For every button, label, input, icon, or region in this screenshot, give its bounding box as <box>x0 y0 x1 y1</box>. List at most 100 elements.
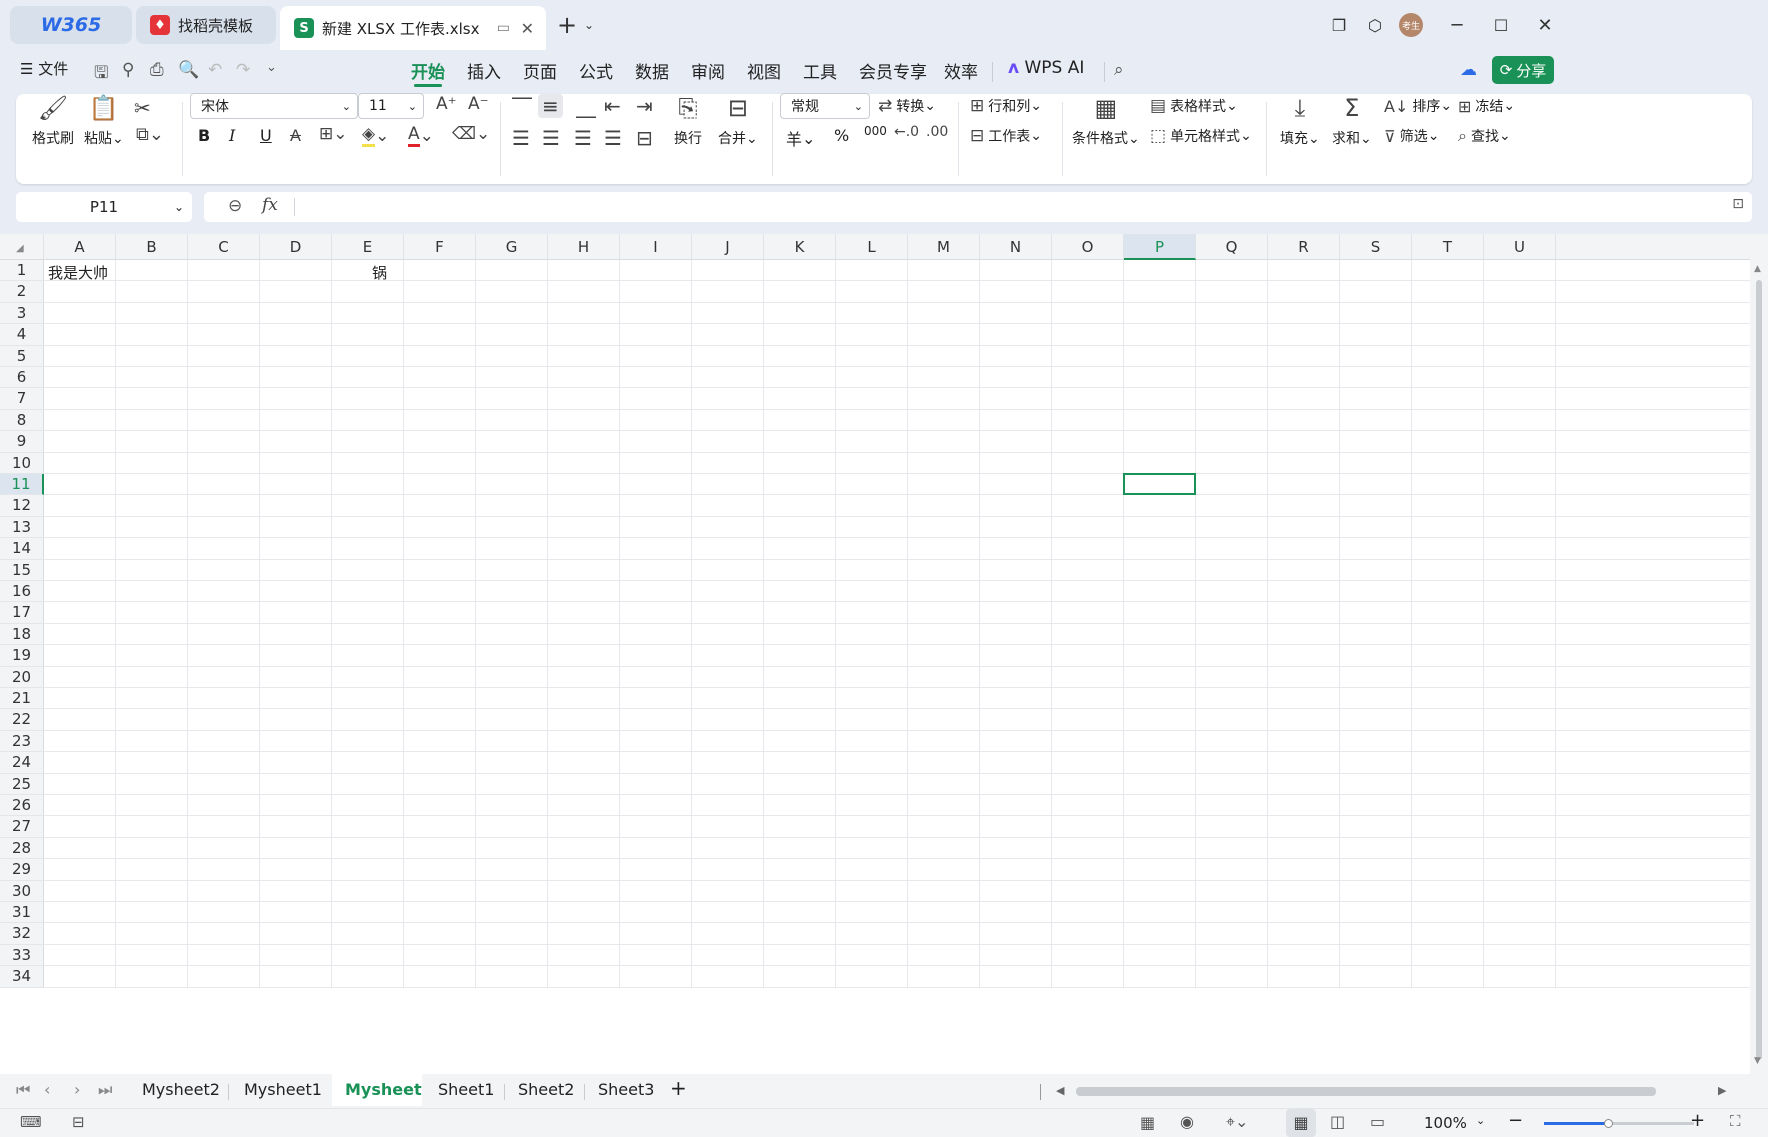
tab-data[interactable]: 数据 <box>635 58 669 83</box>
tab-formula[interactable]: 公式 <box>579 58 613 83</box>
format-brush-icon[interactable]: ⚲ <box>122 60 134 80</box>
sheet-tab-sheet2[interactable]: Sheet2 <box>518 1080 574 1099</box>
column-header[interactable]: J <box>692 234 764 260</box>
row-header[interactable]: 12 <box>0 495 44 517</box>
column-header[interactable]: O <box>1052 234 1124 260</box>
close-tab-icon[interactable]: ✕ <box>521 19 534 38</box>
cloud-upload-icon[interactable]: ☁ <box>1460 60 1477 80</box>
row-header[interactable]: 24 <box>0 752 44 774</box>
row-header[interactable]: 23 <box>0 730 44 753</box>
row-header[interactable]: 14 <box>0 538 44 560</box>
page-break-icon[interactable]: ▭ <box>1370 1112 1385 1131</box>
add-sheet-icon[interactable]: + <box>670 1076 687 1100</box>
table-settings-icon[interactable]: ▦ <box>1140 1113 1155 1132</box>
column-header[interactable]: K <box>764 234 836 260</box>
row-header[interactable]: 28 <box>0 837 44 860</box>
decrease-decimal-icon[interactable]: .00 <box>926 124 948 140</box>
eye-icon[interactable]: ◉ <box>1180 1112 1194 1131</box>
align-middle-icon[interactable]: ≡ <box>538 94 563 118</box>
crosshair-icon[interactable]: ⌖⌄ <box>1226 1112 1248 1132</box>
align-top-icon[interactable]: ⎺ <box>512 94 532 118</box>
bold-button[interactable]: B <box>198 126 210 145</box>
tab-home[interactable]: 开始 <box>411 58 445 83</box>
cut-icon[interactable]: ✂ <box>134 96 151 120</box>
column-header[interactable]: D <box>260 234 332 260</box>
row-header[interactable]: 9 <box>0 431 44 453</box>
minimize-icon[interactable]: ─ <box>1442 10 1472 40</box>
strikethrough-icon[interactable]: A <box>290 126 301 145</box>
row-header[interactable]: 7 <box>0 388 44 410</box>
row-header[interactable]: 25 <box>0 773 44 795</box>
share-button[interactable]: ⟳ 分享 <box>1492 56 1554 84</box>
row-header[interactable]: 8 <box>0 409 44 432</box>
format-painter-button[interactable]: 🖌 格式刷 <box>32 94 74 148</box>
decrease-font-icon[interactable]: A⁻ <box>468 94 489 114</box>
fx-button[interactable]: fx <box>262 195 278 215</box>
maximize-icon[interactable]: ☐ <box>1486 10 1516 40</box>
table-style-button[interactable]: ▤ 表格样式 ⌄ <box>1150 96 1238 116</box>
sheet-tab-mysheet1[interactable]: Mysheet1 <box>244 1080 322 1099</box>
align-right-icon[interactable]: ☰ <box>574 126 592 150</box>
monitor-icon[interactable]: ▭ <box>497 20 510 36</box>
column-header[interactable]: C <box>188 234 260 260</box>
selected-cell-P11[interactable] <box>1123 473 1196 496</box>
fill-color-icon[interactable]: ◈ ⌄ <box>362 124 389 147</box>
row-header[interactable]: 33 <box>0 944 44 967</box>
print-icon[interactable]: ⎙ <box>150 60 164 80</box>
column-header[interactable]: F <box>404 234 476 260</box>
save-icon[interactable]: 🖫 <box>94 60 108 89</box>
normal-view-icon[interactable]: ▦ <box>1286 1109 1316 1137</box>
fill-button[interactable]: ⤓ 填充⌄ <box>1280 94 1320 148</box>
row-header[interactable]: 27 <box>0 816 44 838</box>
worksheet-button[interactable]: ⊟ 工作表 ⌄ <box>970 126 1042 146</box>
row-header[interactable]: 1 <box>0 260 44 282</box>
avatar[interactable]: 考生 <box>1396 10 1426 40</box>
rows-cols-button[interactable]: ⊞ 行和列 ⌄ <box>970 96 1042 116</box>
first-sheet-icon[interactable]: ⏮ <box>16 1080 30 1100</box>
indent-decrease-icon[interactable]: ⇤ <box>604 94 621 118</box>
justify-icon[interactable]: ☰ <box>604 126 622 150</box>
row-header[interactable]: 5 <box>0 345 44 367</box>
paste-button[interactable]: 📋 粘贴⌄ <box>84 94 124 148</box>
redo-icon[interactable]: ↷ <box>236 60 250 80</box>
zoom-formula-icon[interactable]: ⊖ <box>228 196 242 216</box>
row-header[interactable]: 26 <box>0 795 44 817</box>
percent-button[interactable]: % <box>834 126 849 145</box>
sum-button[interactable]: Σ 求和⌄ <box>1332 94 1372 148</box>
tab-workbook[interactable]: S 新建 XLSX 工作表.xlsx ▭ ✕ <box>280 6 546 50</box>
zoom-slider[interactable] <box>1544 1119 1694 1128</box>
search-icon[interactable]: ⌕ <box>1114 60 1124 80</box>
tab-insert[interactable]: 插入 <box>467 58 501 83</box>
spreadsheet-grid[interactable]: ◢ ABCDEFGHIJKLMNOPQRSTU 1 2 3 4 5 6 7 8 9 10 11 12 1… <box>0 234 1768 1074</box>
sheet-tab-mysheet2[interactable]: Mysheet2 <box>142 1080 220 1099</box>
tab-review[interactable]: 审阅 <box>691 58 725 83</box>
name-box[interactable]: P11 ⌄ <box>16 192 192 222</box>
next-sheet-icon[interactable]: › <box>74 1080 80 1099</box>
underline-button[interactable]: U <box>260 126 272 145</box>
currency-button[interactable]: 羊 ⌄ <box>786 126 815 150</box>
column-header[interactable]: G <box>476 234 548 260</box>
undo-icon[interactable]: ↶ <box>208 60 222 80</box>
vertical-scrollbar[interactable]: ▲ ▼ <box>1750 234 1768 1074</box>
row-header[interactable]: 31 <box>0 902 44 924</box>
tab-tools[interactable]: 工具 <box>803 58 837 83</box>
wps-ai-button[interactable]: ʌ WPS AI <box>1008 58 1084 78</box>
column-header[interactable]: L <box>836 234 908 260</box>
align-left-icon[interactable]: ☰ <box>512 126 530 150</box>
freeze-button[interactable]: ⊞ 冻结 ⌄ <box>1458 96 1515 116</box>
fullscreen-icon[interactable]: ⛶ <box>1730 1112 1741 1130</box>
row-header[interactable]: 29 <box>0 859 44 881</box>
more-chevron-icon[interactable]: ⌄ <box>266 60 277 75</box>
cube-icon[interactable]: ⬡ <box>1360 10 1390 40</box>
cell-E1[interactable]: 锅 <box>372 261 387 285</box>
column-header[interactable]: B <box>116 234 188 260</box>
italic-button[interactable]: I <box>229 126 235 145</box>
cond-format-button[interactable]: ▦ 条件格式⌄ <box>1072 94 1140 148</box>
border-icon[interactable]: ⊞⌄ <box>319 124 348 144</box>
row-header[interactable]: 21 <box>0 688 44 710</box>
zoom-slider-handle[interactable] <box>1604 1119 1613 1128</box>
cell-style-button[interactable]: ⬚ 单元格样式 ⌄ <box>1150 126 1252 146</box>
row-header[interactable]: 18 <box>0 623 44 646</box>
horizontal-scroll-thumb[interactable] <box>1076 1087 1656 1096</box>
row-header[interactable]: 34 <box>0 966 44 988</box>
